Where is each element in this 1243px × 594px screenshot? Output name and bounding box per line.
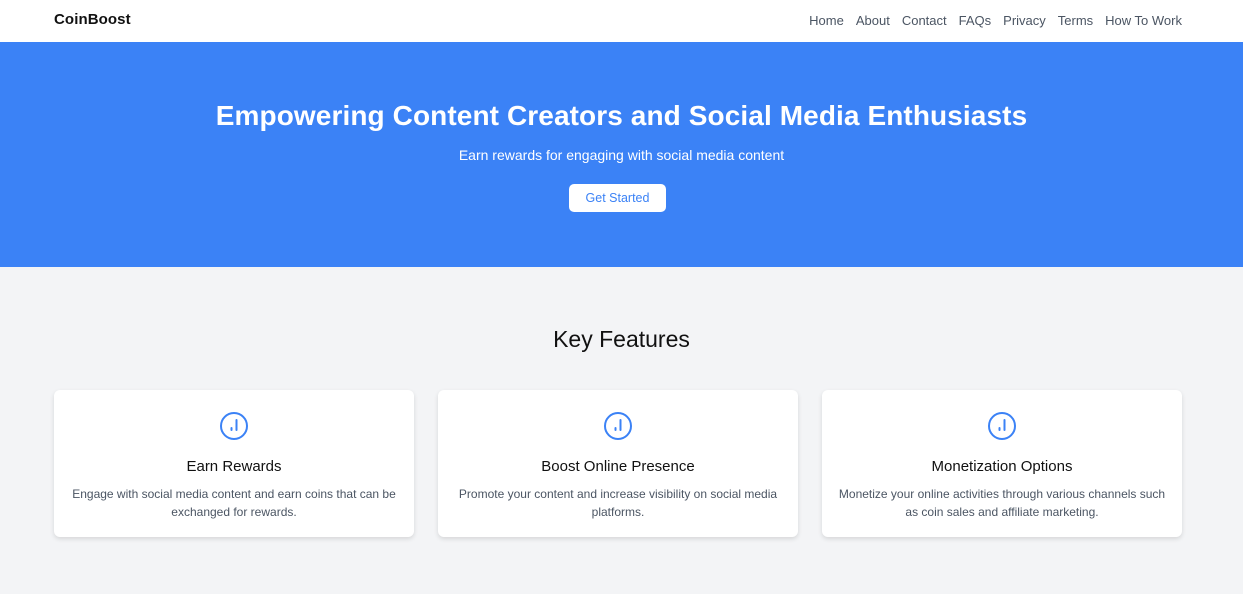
feature-card-monetization-options: Monetization Options Monetize your onlin… [822, 390, 1182, 537]
brand-logo[interactable]: CoinBoost [54, 11, 131, 28]
hero-title: Empowering Content Creators and Social M… [215, 100, 1028, 131]
feature-card-earn-rewards: Earn Rewards Engage with social media co… [54, 390, 414, 537]
feature-description: Monetize your online activities through … [838, 487, 1166, 519]
feature-description: Engage with social media content and ear… [72, 487, 396, 519]
get-started-button[interactable]: Get Started [569, 184, 666, 212]
nav-link-privacy[interactable]: Privacy [1003, 13, 1046, 28]
chart-circle-icon [988, 412, 1016, 440]
nav-link-faqs[interactable]: FAQs [959, 13, 992, 28]
nav-link-how-to-work[interactable]: How To Work [1105, 13, 1182, 28]
top-navbar: CoinBoost Home About Contact FAQs Privac… [0, 0, 1243, 42]
main-nav: Home About Contact FAQs Privacy Terms Ho… [809, 13, 1182, 28]
nav-link-contact[interactable]: Contact [902, 13, 947, 28]
nav-link-about[interactable]: About [856, 13, 890, 28]
feature-card-boost-online-presence: Boost Online Presence Promote your conte… [438, 390, 798, 537]
nav-link-terms[interactable]: Terms [1058, 13, 1093, 28]
feature-description: Promote your content and increase visibi… [458, 487, 778, 519]
hero-subtitle: Earn rewards for engaging with social me… [458, 147, 785, 163]
features-heading: Key Features [553, 326, 690, 352]
hero-section: Empowering Content Creators and Social M… [0, 42, 1243, 267]
feature-title: Boost Online Presence [541, 458, 695, 475]
nav-link-home[interactable]: Home [809, 13, 844, 28]
chart-circle-icon [220, 412, 248, 440]
chart-circle-icon [604, 412, 632, 440]
feature-title: Earn Rewards [186, 458, 282, 475]
feature-title: Monetization Options [931, 458, 1073, 475]
